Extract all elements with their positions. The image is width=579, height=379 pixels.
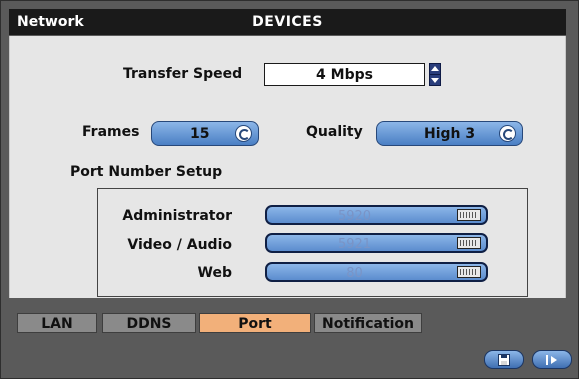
frames-selector[interactable]: 15 [151,121,259,146]
quality-label: Quality [306,124,363,140]
tab-notification[interactable]: Notification [314,313,422,333]
port-setup-heading: Port Number Setup [70,164,223,180]
video-audio-port-value: 5921 [337,237,372,252]
frames-label: Frames [82,124,140,140]
quality-selector[interactable]: High 3 [376,121,523,146]
exit-icon [546,355,557,365]
exit-button[interactable] [532,350,572,369]
tab-port[interactable]: Port [199,313,311,333]
web-port-input[interactable]: 80 [265,262,488,282]
tab-ddns[interactable]: DDNS [102,313,196,333]
network-devices-window: Network DEVICES Transfer Speed 4 Mbps Fr… [0,0,579,379]
settings-panel: Transfer Speed 4 Mbps Frames 15 Quality … [9,36,566,298]
transfer-speed-spinner[interactable] [429,63,441,86]
cycle-icon [235,125,252,142]
quality-value: High 3 [424,126,476,142]
frames-value: 15 [190,126,210,142]
title-bar: Network DEVICES [9,9,566,35]
spin-down-icon[interactable] [431,78,439,83]
administrator-port-input[interactable]: 5920 [265,205,488,225]
administrator-port-value: 5920 [337,209,372,224]
tab-lan[interactable]: LAN [17,313,97,333]
page-title: DEVICES [252,14,323,30]
keyboard-icon[interactable] [457,237,481,249]
video-audio-label: Video / Audio [127,237,232,253]
cycle-icon [499,125,516,142]
web-port-value: 80 [346,266,363,281]
transfer-speed-label: Transfer Speed [123,66,243,82]
video-audio-port-input[interactable]: 5921 [265,233,488,253]
keyboard-icon[interactable] [457,209,481,221]
floppy-disk-icon [498,354,510,366]
spin-up-icon[interactable] [431,66,439,71]
administrator-label: Administrator [122,208,232,224]
transfer-speed-value: 4 Mbps [316,67,373,83]
web-label: Web [197,265,232,281]
save-button[interactable] [484,350,524,369]
keyboard-icon[interactable] [457,266,481,278]
transfer-speed-field[interactable]: 4 Mbps [264,63,425,86]
